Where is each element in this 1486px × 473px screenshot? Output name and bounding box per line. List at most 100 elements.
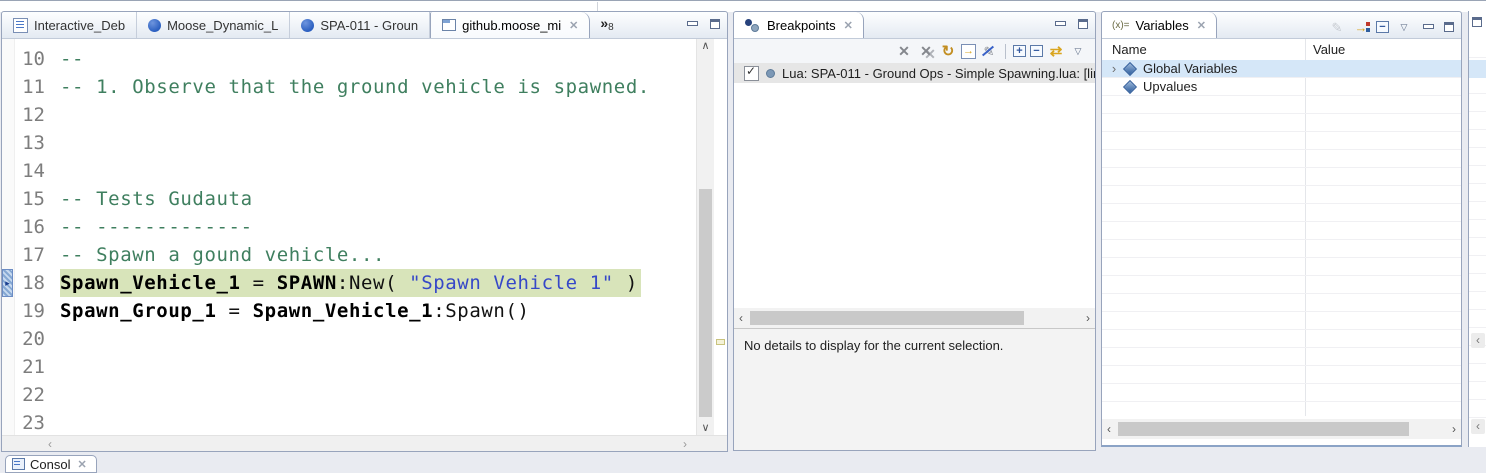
scroll-left-icon[interactable]: ‹ (48, 437, 52, 451)
scroll-right-icon[interactable]: › (1447, 422, 1461, 436)
editor-tab-interactive-deb[interactable]: Interactive_Deb (2, 12, 137, 38)
scroll-left-icon[interactable]: ‹ (1102, 422, 1116, 436)
breakpoints-panel: Breakpoints ✕ ✕✕↻→✎+−⇄▽ Lua: SPA-011 - G… (733, 11, 1096, 451)
minimize-icon[interactable] (1423, 23, 1434, 32)
link-with-debug-view-icon[interactable]: ⇄ (1047, 43, 1065, 59)
skip-all-breakpoints-icon[interactable]: ✎ (980, 43, 998, 59)
empty-table-row (1102, 312, 1461, 330)
annotation-ruler[interactable]: ▸ (2, 39, 15, 436)
overview-annotation-marker[interactable] (716, 339, 725, 345)
view-menu-icon[interactable]: ▽ (1069, 43, 1087, 59)
breakpoints-list[interactable]: Lua: SPA-011 - Ground Ops - Simple Spawn… (734, 63, 1095, 308)
partial-table-rows (1469, 40, 1486, 418)
minimize-icon[interactable] (1055, 20, 1066, 29)
line-number-gutter[interactable]: 1011121314151617181920212223 (15, 39, 51, 436)
scroll-left-icon[interactable]: ‹ (734, 311, 748, 325)
breakpoints-horizontal-scrollbar[interactable]: ‹ › (734, 308, 1095, 328)
line-number[interactable]: 16 (15, 213, 45, 241)
scroll-left-icon[interactable]: ‹ (1471, 333, 1485, 348)
scroll-right-icon[interactable]: › (683, 437, 687, 451)
line-number[interactable]: 19 (15, 297, 45, 325)
code-line-23[interactable] (60, 409, 696, 436)
partial-table-row (1469, 130, 1486, 148)
tab-console[interactable]: Consol ✕ (5, 455, 97, 473)
line-number[interactable]: 23 (15, 409, 45, 436)
code-line-22[interactable] (60, 381, 696, 409)
close-icon[interactable]: ✕ (844, 19, 853, 32)
editor-tab-spa-011-groun[interactable]: SPA-011 - Groun (290, 12, 430, 38)
column-header-value[interactable]: Value (1313, 42, 1345, 57)
partial-table-row (1469, 220, 1486, 238)
editor-horizontal-scrollbar[interactable]: ‹ › (2, 435, 727, 451)
maximize-icon[interactable] (710, 19, 720, 29)
variables-horizontal-scrollbar[interactable]: ‹ › (1102, 419, 1461, 439)
maximize-icon[interactable] (1472, 17, 1482, 27)
remove-breakpoint-icon[interactable]: ✕ (895, 43, 913, 59)
code-line-11[interactable]: -- 1. Observe that the ground vehicle is… (60, 73, 696, 101)
variables-row-global-variables[interactable]: ›Global Variables (1102, 60, 1461, 78)
remove-all-breakpoints-icon[interactable]: ✕ (917, 43, 935, 59)
code-line-13[interactable] (60, 129, 696, 157)
line-number[interactable]: 20 (15, 325, 45, 353)
column-header-name[interactable]: Name (1112, 42, 1147, 57)
partial-table-row (1469, 400, 1486, 418)
line-number[interactable]: 14 (15, 157, 45, 185)
code-editor[interactable]: ▸ 1011121314151617181920212223 ---- 1. O… (2, 39, 727, 436)
code-line-20[interactable] (60, 325, 696, 353)
scroll-left-icon[interactable]: ‹ (1471, 419, 1485, 434)
variables-row-upvalues[interactable]: Upvalues (1102, 78, 1461, 96)
code-line-21[interactable] (60, 353, 696, 381)
minimize-icon[interactable] (687, 20, 698, 29)
partial-table-row (1469, 346, 1486, 364)
code-line-14[interactable] (60, 157, 696, 185)
expander-chevron-icon[interactable]: › (1107, 62, 1121, 76)
editor-tab-github-moose-mi[interactable]: github.moose_mi✕ (430, 12, 590, 38)
variables-tree[interactable]: ›Global VariablesUpvalues (1102, 60, 1461, 419)
view-menu-icon[interactable]: ▽ (1395, 19, 1413, 35)
line-number[interactable]: 18 (15, 269, 45, 297)
tab-variables[interactable]: (x)= Variables ✕ (1102, 12, 1217, 38)
close-icon[interactable]: ✕ (569, 19, 578, 32)
breakpoint-row[interactable]: Lua: SPA-011 - Ground Ops - Simple Spawn… (734, 63, 1095, 83)
code-line-16[interactable]: -- ------------- (60, 213, 696, 241)
breakpoint-checkbox[interactable] (744, 66, 759, 81)
expand-all-icon[interactable]: + (1013, 45, 1026, 57)
collapse-all-icon[interactable]: − (1030, 45, 1043, 57)
collapse-all-icon[interactable]: − (1376, 21, 1389, 33)
show-logical-structure-icon[interactable]: → (1352, 19, 1370, 35)
scroll-up-icon[interactable]: ∧ (697, 39, 714, 54)
line-number[interactable]: 22 (15, 381, 45, 409)
line-number[interactable]: 21 (15, 353, 45, 381)
breakpoint-dot-icon (766, 69, 775, 78)
line-number[interactable]: 15 (15, 185, 45, 213)
refresh-breakpoints-icon[interactable]: ↻ (939, 43, 957, 59)
line-number[interactable]: 17 (15, 241, 45, 269)
scrollbar-thumb[interactable] (699, 189, 712, 417)
editor-vertical-scrollbar[interactable]: ∧ ∨ (696, 39, 714, 436)
empty-table-row (1102, 366, 1461, 384)
code-line-18[interactable]: Spawn_Vehicle_1 = SPAWN:New( "Spawn Vehi… (60, 269, 696, 297)
maximize-icon[interactable] (1078, 19, 1088, 29)
tab-overflow-chevron[interactable]: » 8 (590, 12, 621, 38)
code-line-17[interactable]: -- Spawn a gound vehicle... (60, 241, 696, 269)
editor-tab-moose-dynamic-l[interactable]: Moose_Dynamic_L (137, 12, 290, 38)
code-area[interactable]: ---- 1. Observe that the ground vehicle … (51, 39, 696, 436)
tab-breakpoints[interactable]: Breakpoints ✕ (734, 12, 864, 38)
scroll-right-icon[interactable]: › (1081, 311, 1095, 325)
code-line-19[interactable]: Spawn_Group_1 = Spawn_Vehicle_1:Spawn() (60, 297, 696, 325)
overview-ruler[interactable] (714, 39, 727, 436)
scroll-down-icon[interactable]: ∨ (697, 421, 714, 436)
scrollbar-thumb[interactable] (750, 311, 1024, 325)
line-number[interactable]: 13 (15, 129, 45, 157)
line-number[interactable]: 12 (15, 101, 45, 129)
maximize-icon[interactable] (1444, 22, 1454, 32)
goto-file-for-breakpoint-icon[interactable]: → (961, 44, 976, 59)
console-icon (12, 458, 25, 470)
line-number[interactable]: 10 (15, 45, 45, 73)
code-line-15[interactable]: -- Tests Gudauta (60, 185, 696, 213)
code-line-10[interactable]: -- (60, 45, 696, 73)
scrollbar-thumb[interactable] (1118, 422, 1409, 436)
close-icon[interactable]: ✕ (1197, 19, 1206, 32)
line-number[interactable]: 11 (15, 73, 45, 101)
code-line-12[interactable] (60, 101, 696, 129)
